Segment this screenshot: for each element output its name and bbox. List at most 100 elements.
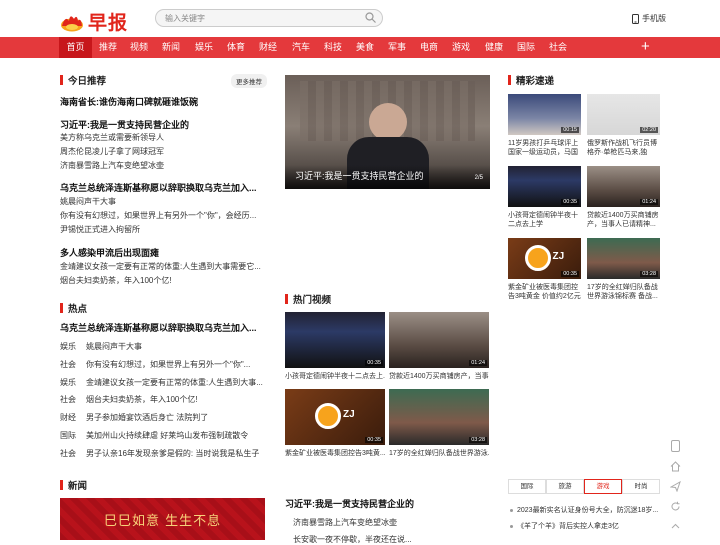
- today-item[interactable]: 多人感染甲流后出现面瘫: [60, 246, 265, 259]
- today-item[interactable]: 尹锡悦正式进入拘留所: [60, 224, 265, 235]
- nav-item-14[interactable]: 国际: [511, 37, 541, 58]
- today-section-title: 今日推荐: [60, 73, 106, 87]
- site-name: 早报: [88, 13, 129, 34]
- hot-item-link[interactable]: 美加州山火持续肆虐 好莱坞山发布强制疏散令: [86, 430, 265, 441]
- nav-item-3[interactable]: 新闻: [156, 37, 186, 58]
- hot-item-link[interactable]: 姚晨闷声干大事: [86, 341, 265, 352]
- highlight-caption[interactable]: 小孩哥定德闹钟半夜十二点去上学: [508, 211, 581, 229]
- highlight-thumb[interactable]: ZJ 00:35: [508, 238, 581, 279]
- video-duration: 00:35: [561, 271, 579, 277]
- hot-video-thumb[interactable]: ZJ 00:35: [285, 389, 385, 445]
- highlights-section-title: 精彩速递: [508, 73, 554, 87]
- hot-video-caption[interactable]: 紫金矿业被医毒集团控告3吨黄...: [285, 449, 385, 459]
- highlight-caption[interactable]: 17岁的全红婵归队备战世界游泳锦标赛 备战...: [587, 283, 660, 301]
- today-item[interactable]: 美方称乌克兰或需要新领导人: [60, 132, 265, 143]
- hot-item-category: 国际: [60, 431, 76, 440]
- video-duration: 02:20: [640, 127, 658, 133]
- highlight-thumb[interactable]: 00:35: [508, 166, 581, 207]
- zijin-logo-icon: [315, 403, 341, 429]
- highlight-thumb[interactable]: 01:24: [587, 166, 660, 207]
- refresh-icon[interactable]: [668, 501, 682, 515]
- add-channel-icon[interactable]: +: [641, 37, 650, 58]
- nav-item-8[interactable]: 科技: [318, 37, 348, 58]
- hot-item-link[interactable]: 男子参加婚宴饮酒后身亡 法院判了: [86, 412, 265, 423]
- nav-item-2[interactable]: 视频: [124, 37, 154, 58]
- video-duration: 00:15: [561, 127, 579, 133]
- zijin-logo-icon: [524, 244, 551, 271]
- category-tab-0[interactable]: 国际: [508, 479, 546, 494]
- hot-lead-link[interactable]: 乌克兰总统泽连斯基称愿以辞职换取乌克兰加入...: [60, 321, 265, 334]
- today-item[interactable]: 周杰伦昆凌儿子拿了网球冠军: [60, 146, 265, 157]
- highlight-thumb[interactable]: 02:20: [587, 94, 660, 135]
- highlight-caption[interactable]: 贷款近1400万买商铺房产，当事人已请精神...: [587, 211, 660, 229]
- hot-video-caption[interactable]: 贷款近1400万买商铺房产，当事...: [389, 372, 489, 382]
- hot-item-category: 社会: [60, 360, 76, 369]
- share-icon[interactable]: [668, 480, 682, 495]
- hot-video-caption[interactable]: 小孩哥定德闹钟半夜十二点去上...: [285, 372, 385, 382]
- hot-video-caption[interactable]: 17岁的全红婵归队备战世界游泳...: [389, 449, 489, 459]
- hot-item-link[interactable]: 男子认亲16年发现亲爹是假的: 当时说我是私生子: [86, 448, 265, 459]
- phone-icon: [632, 13, 639, 24]
- main-nav: 首页 推荐 视频 新闻 娱乐 体育 财经 汽车 科技 美食 军事 电商 游戏 健康 国际 社会 +: [0, 37, 720, 58]
- today-item[interactable]: 海南省长:谁伤海南口碑就砸谁饭碗: [60, 95, 265, 108]
- nav-item-4[interactable]: 娱乐: [189, 37, 219, 58]
- today-item[interactable]: 乌克兰总统泽连斯基称愿以辞职换取乌克兰加入...: [60, 181, 265, 194]
- nav-item-11[interactable]: 电商: [414, 37, 444, 58]
- mobile-version-link[interactable]: 手机版: [632, 13, 666, 24]
- center-news-item[interactable]: 习近平:我是一贯支持民营企业的: [285, 497, 490, 510]
- hot-video-section-title: 热门视频: [285, 292, 331, 306]
- today-item[interactable]: 姚晨闷声干大事: [60, 196, 265, 207]
- category-list-item[interactable]: 《羊了个羊》背后实控人拿走3亿: [510, 521, 660, 531]
- video-duration: 03:28: [469, 437, 487, 443]
- category-tabs: 国际 旅游 游戏 时尚: [508, 479, 660, 494]
- hot-item-link[interactable]: 烟台夫妇卖奶茶，年入100个亿!: [86, 394, 265, 405]
- back-to-top-icon[interactable]: [668, 521, 682, 535]
- hot-item-link[interactable]: 你有没有幻想过，如果世界上有另外一个"你"...: [86, 359, 265, 370]
- video-duration: 03:28: [640, 271, 658, 277]
- today-item[interactable]: 济南暴雪路上汽车变绝望冰壶: [60, 160, 265, 171]
- center-news-item[interactable]: 济南暴雪路上汽车变绝望冰壶: [285, 517, 490, 528]
- today-item[interactable]: 金靖建议女孩一定要有正常的体重:人生遇到大事需要它...: [60, 261, 265, 272]
- hot-item-link[interactable]: 金靖建议女孩一定要有正常的体重:人生遇到大事...: [86, 377, 265, 388]
- hot-item-category: 财经: [60, 413, 76, 422]
- search-icon[interactable]: [365, 12, 376, 23]
- highlight-caption[interactable]: 11岁男孩打乒乓球评上国家一级运动员，马国栋...: [508, 139, 581, 157]
- category-tab-2[interactable]: 游戏: [584, 479, 622, 494]
- nav-item-10[interactable]: 军事: [382, 37, 412, 58]
- highlight-caption[interactable]: 俄罗斯作战机飞行员博格乔·单枪匹马来,独自...: [587, 139, 660, 157]
- hot-video-thumb[interactable]: 03:28: [389, 389, 489, 445]
- site-logo[interactable]: 早报: [60, 8, 128, 35]
- home-icon[interactable]: [668, 461, 682, 475]
- category-tab-1[interactable]: 旅游: [546, 479, 584, 494]
- nav-item-7[interactable]: 汽车: [286, 37, 316, 58]
- nav-item-13[interactable]: 健康: [479, 37, 509, 58]
- news-section-title: 新闻: [60, 478, 87, 492]
- today-item[interactable]: 你有没有幻想过，如果世界上有另外一个"你"，会经历...: [60, 210, 265, 221]
- today-item[interactable]: 烟台夫妇卖奶茶，年入100个亿!: [60, 275, 265, 286]
- nav-item-0[interactable]: 首页: [59, 37, 92, 58]
- hot-item-category: 社会: [60, 449, 76, 458]
- category-list-item[interactable]: 2023最新实名认证身份号大全，防沉迷18岁...: [510, 505, 660, 515]
- video-duration: 01:24: [640, 199, 658, 205]
- nav-item-1[interactable]: 推荐: [93, 37, 123, 58]
- hot-video-thumb[interactable]: 01:24: [389, 312, 489, 368]
- category-item-text: 《羊了个羊》背后实控人拿走3亿: [517, 523, 619, 530]
- highlight-thumb[interactable]: 03:28: [587, 238, 660, 279]
- phone-float-icon[interactable]: [668, 440, 682, 454]
- category-tab-3[interactable]: 时尚: [622, 479, 660, 494]
- hot-item-category: 社会: [60, 395, 76, 404]
- mobile-label: 手机版: [642, 14, 666, 23]
- hot-video-thumb[interactable]: 00:35: [285, 312, 385, 368]
- nav-item-5[interactable]: 体育: [221, 37, 251, 58]
- highlight-thumb[interactable]: 00:15: [508, 94, 581, 135]
- news-banner-image[interactable]: 巳巳如意 生生不息: [60, 498, 265, 540]
- nav-item-9[interactable]: 美食: [350, 37, 380, 58]
- hero-image[interactable]: 习近平:我是一贯支持民营企业的 2/5: [285, 75, 490, 189]
- today-item[interactable]: 习近平:我是一贯支持民营企业的: [60, 118, 265, 131]
- highlight-caption[interactable]: 紫金矿业被医毒集团控告3吨黄金 价值约2亿元: [508, 283, 581, 301]
- more-recommend-button[interactable]: 更多推荐: [231, 74, 267, 88]
- nav-item-15[interactable]: 社会: [543, 37, 573, 58]
- nav-item-12[interactable]: 游戏: [446, 37, 476, 58]
- nav-item-6[interactable]: 财经: [253, 37, 283, 58]
- search-input[interactable]: 输入关键字: [155, 9, 383, 27]
